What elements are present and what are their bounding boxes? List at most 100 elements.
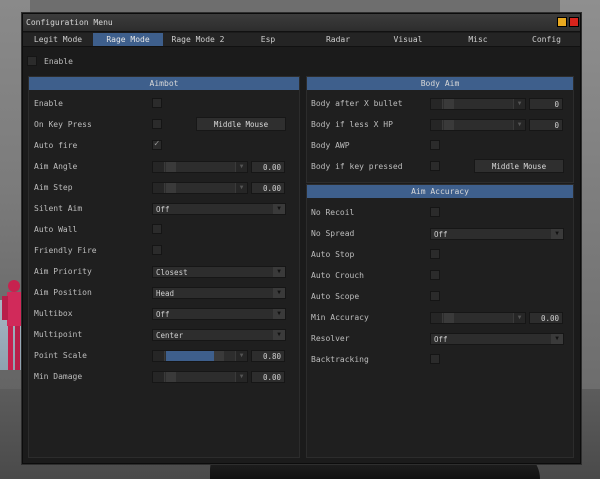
aim-step-label: Aim Step: [34, 183, 73, 192]
on-key-press-label: On Key Press: [34, 120, 92, 129]
body-aim-panel: Body Aim Body after X bullet ▼ 0 Body if…: [306, 76, 574, 183]
no-spread-dropdown[interactable]: Off ▼: [430, 228, 564, 240]
chevron-down-icon[interactable]: ▼: [235, 162, 247, 172]
chevron-down-icon[interactable]: ▼: [235, 351, 247, 361]
slider-knob[interactable]: [166, 162, 176, 172]
aim-accuracy-panel-header: Aim Accuracy: [307, 185, 573, 198]
global-enable-checkbox[interactable]: [27, 56, 37, 66]
multipoint-label: Multipoint: [34, 330, 83, 339]
chevron-down-icon[interactable]: ▼: [235, 183, 247, 193]
no-recoil-checkbox[interactable]: [430, 207, 440, 217]
friendly-fire-checkbox[interactable]: [152, 245, 162, 255]
on-key-press-checkbox[interactable]: [152, 119, 162, 129]
point-scale-value[interactable]: 0.80: [251, 350, 285, 362]
slider-knob[interactable]: [444, 313, 454, 323]
body-awp-checkbox[interactable]: [430, 140, 440, 150]
minimize-button[interactable]: [557, 17, 567, 27]
tab-legit-mode[interactable]: Legit Mode: [23, 33, 93, 46]
resolver-dropdown[interactable]: Off ▼: [430, 333, 564, 345]
resolver-label: Resolver: [311, 334, 350, 343]
aimbot-panel-header: Aimbot: [29, 77, 299, 90]
title-bar[interactable]: Configuration Menu: [23, 14, 580, 32]
aim-angle-label: Aim Angle: [34, 162, 78, 171]
slider-knob[interactable]: [166, 372, 176, 382]
body-aim-key-button[interactable]: Middle Mouse: [474, 159, 564, 173]
global-enable-label: Enable: [44, 57, 73, 66]
auto-wall-checkbox[interactable]: [152, 224, 162, 234]
tab-visual[interactable]: Visual: [373, 33, 443, 46]
auto-wall-label: Auto Wall: [34, 225, 78, 234]
auto-scope-checkbox[interactable]: [430, 291, 440, 301]
body-if-key-pressed-checkbox[interactable]: [430, 161, 440, 171]
slider-decrease-icon[interactable]: [153, 372, 165, 382]
body-after-x-bullet-label: Body after X bullet: [311, 99, 403, 108]
point-scale-label: Point Scale: [34, 351, 87, 360]
close-button[interactable]: [569, 17, 579, 27]
body-aim-panel-header: Body Aim: [307, 77, 573, 90]
chevron-down-icon[interactable]: ▼: [513, 99, 525, 109]
auto-crouch-checkbox[interactable]: [430, 270, 440, 280]
slider-knob[interactable]: [166, 183, 176, 193]
chevron-down-icon[interactable]: ▼: [273, 309, 285, 319]
chevron-down-icon[interactable]: ▼: [273, 288, 285, 298]
auto-fire-checkbox[interactable]: [152, 139, 162, 150]
chevron-down-icon[interactable]: ▼: [273, 267, 285, 277]
body-if-less-x-hp-slider[interactable]: ▼: [430, 119, 526, 131]
slider-decrease-icon[interactable]: [153, 351, 165, 361]
slider-decrease-icon[interactable]: [431, 120, 443, 130]
chevron-down-icon[interactable]: ▼: [235, 372, 247, 382]
chevron-down-icon[interactable]: ▼: [551, 229, 563, 239]
slider-knob[interactable]: [214, 351, 224, 361]
aim-position-value: Head: [156, 289, 175, 298]
aim-step-value[interactable]: 0.00: [251, 182, 285, 194]
tab-esp[interactable]: Esp: [233, 33, 303, 46]
tab-misc[interactable]: Misc: [443, 33, 513, 46]
aim-angle-slider[interactable]: ▼: [152, 161, 248, 173]
slider-decrease-icon[interactable]: [153, 183, 165, 193]
multipoint-value: Center: [156, 331, 184, 340]
tab-rage-mode-2[interactable]: Rage Mode 2: [163, 33, 233, 46]
slider-decrease-icon[interactable]: [153, 162, 165, 172]
point-scale-slider[interactable]: ▼: [152, 350, 248, 362]
slider-decrease-icon[interactable]: [431, 99, 443, 109]
aim-accuracy-panel: Aim Accuracy No Recoil No Spread Off ▼ A…: [306, 184, 574, 458]
min-damage-value[interactable]: 0.00: [251, 371, 285, 383]
aimbot-enable-checkbox[interactable]: [152, 98, 162, 108]
aimbot-enable-label: Enable: [34, 99, 63, 108]
min-accuracy-value[interactable]: 0.00: [529, 312, 563, 324]
aim-angle-value[interactable]: 0.00: [251, 161, 285, 173]
body-if-less-x-hp-label: Body if less X HP: [311, 120, 393, 129]
min-damage-slider[interactable]: ▼: [152, 371, 248, 383]
chevron-down-icon[interactable]: ▼: [551, 334, 563, 344]
auto-stop-checkbox[interactable]: [430, 249, 440, 259]
multipoint-dropdown[interactable]: Center ▼: [152, 329, 286, 341]
min-damage-label: Min Damage: [34, 372, 83, 381]
no-recoil-label: No Recoil: [311, 208, 355, 217]
tab-config[interactable]: Config: [513, 33, 580, 46]
backtracking-checkbox[interactable]: [430, 354, 440, 364]
aim-priority-dropdown[interactable]: Closest ▼: [152, 266, 286, 278]
backtracking-label: Backtracking: [311, 355, 369, 364]
body-after-x-bullet-value[interactable]: 0: [529, 98, 563, 110]
aim-position-dropdown[interactable]: Head ▼: [152, 287, 286, 299]
body-after-x-bullet-slider[interactable]: ▼: [430, 98, 526, 110]
chevron-down-icon[interactable]: ▼: [513, 313, 525, 323]
multibox-label: Multibox: [34, 309, 73, 318]
slider-knob[interactable]: [444, 99, 454, 109]
player-model-chams: [2, 280, 21, 370]
tab-bar: Legit Mode Rage Mode Rage Mode 2 Esp Rad…: [23, 33, 580, 47]
multibox-dropdown[interactable]: Off ▼: [152, 308, 286, 320]
tab-radar[interactable]: Radar: [303, 33, 373, 46]
chevron-down-icon[interactable]: ▼: [273, 204, 285, 214]
body-if-less-x-hp-value[interactable]: 0: [529, 119, 563, 131]
slider-knob[interactable]: [444, 120, 454, 130]
tab-rage-mode[interactable]: Rage Mode: [93, 33, 163, 46]
min-accuracy-slider[interactable]: ▼: [430, 312, 526, 324]
aim-step-slider[interactable]: ▼: [152, 182, 248, 194]
chevron-down-icon[interactable]: ▼: [513, 120, 525, 130]
auto-stop-label: Auto Stop: [311, 250, 355, 259]
silent-aim-dropdown[interactable]: Off ▼: [152, 203, 286, 215]
aimbot-key-button[interactable]: Middle Mouse: [196, 117, 286, 131]
chevron-down-icon[interactable]: ▼: [273, 330, 285, 340]
slider-decrease-icon[interactable]: [431, 313, 443, 323]
